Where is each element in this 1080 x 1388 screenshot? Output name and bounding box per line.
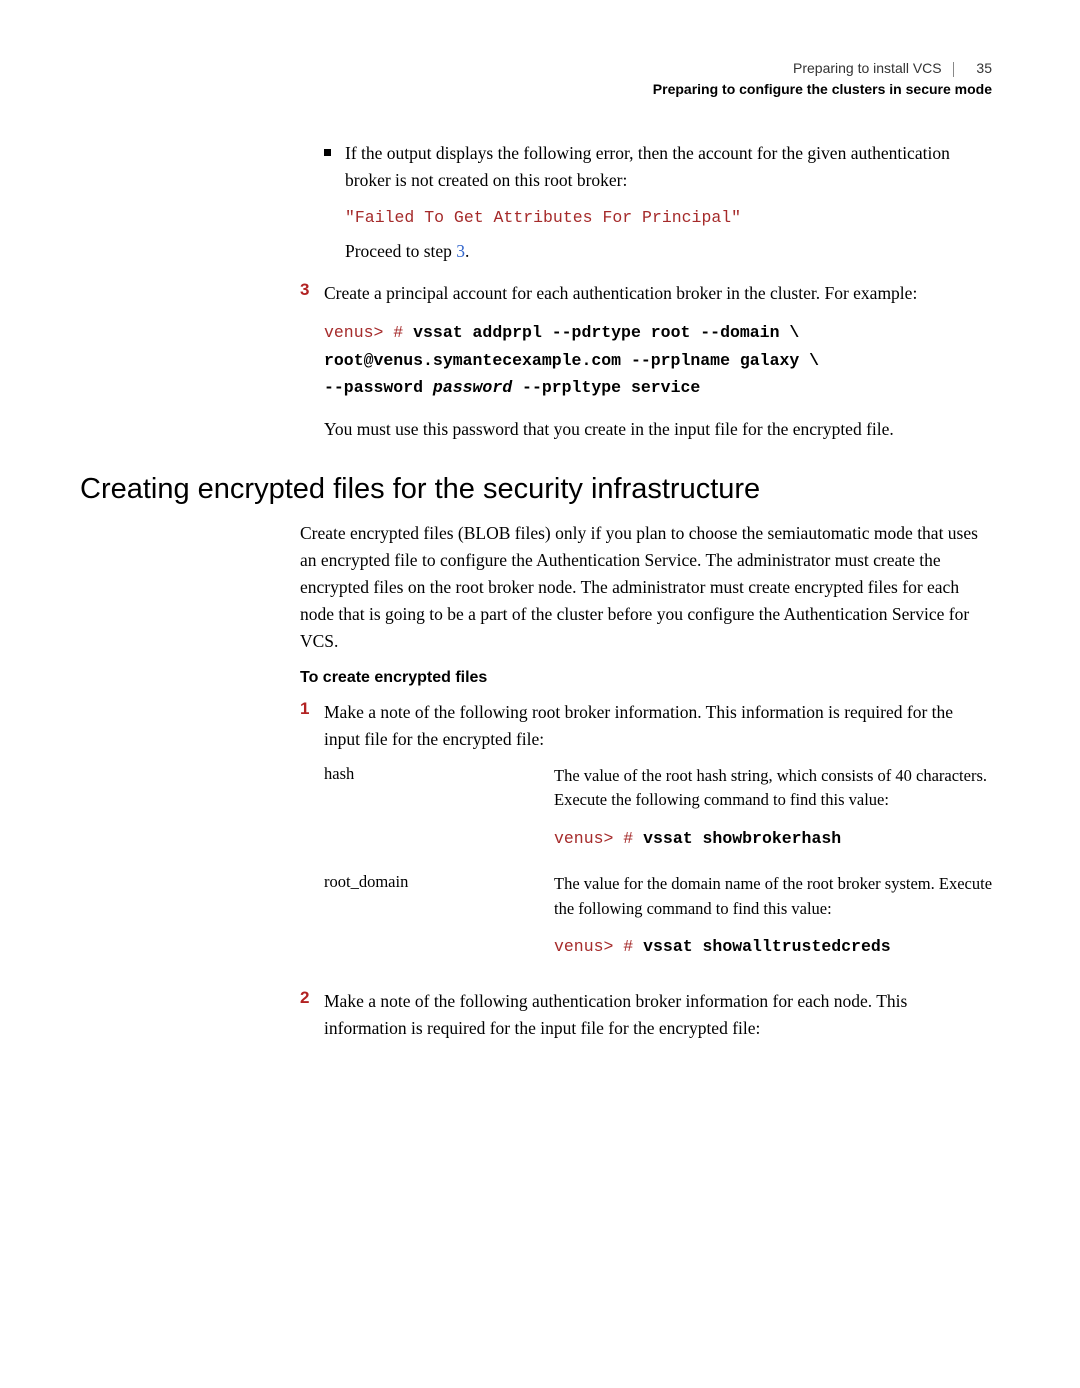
table-row: root_domain The value for the domain nam… [324,872,992,960]
code-cmd: vssat addprpl --pdrtype root --domain \ [413,323,799,342]
page-number: 35 [976,60,992,76]
bullet-item: If the output displays the following err… [300,140,992,194]
step-3-code: venus> # vssat addprpl --pdrtype root --… [324,319,992,401]
bullet-icon [324,149,331,156]
proceed-suffix: . [465,241,469,261]
bullet-text: If the output displays the following err… [345,140,992,194]
step-2: 2 Make a note of the following authentic… [300,988,992,1042]
code-cmd: root@venus.symantecexample.com --prplnam… [324,351,819,370]
code-var: password [433,378,512,397]
table-desc: The value of the root hash string, which… [554,764,992,814]
code-block: "Failed To Get Attributes For Principal" [345,208,992,227]
step-body: Make a note of the following root broker… [324,699,992,753]
header-separator [953,62,954,77]
table-desc: The value for the domain name of the roo… [554,872,992,922]
table-key-hash: hash [324,764,554,852]
subheading: To create encrypted files [300,669,992,687]
code-cmd: --password [324,378,433,397]
step-body: Make a note of the following authenticat… [324,988,992,1042]
proceed-prefix: Proceed to step [345,241,456,261]
section-intro: Create encrypted files (BLOB files) only… [300,520,992,656]
step-number: 1 [300,699,324,753]
code-cmd: vssat showalltrustedcreds [643,937,891,956]
table-row: hash The value of the root hash string, … [324,764,992,852]
table-val: The value for the domain name of the roo… [554,872,992,960]
section-heading: Creating encrypted files for the securit… [80,473,992,506]
step-3: 3 Create a principal account for each au… [300,280,992,307]
header-chapter: Preparing to install VCS [793,60,942,76]
header-section: Preparing to configure the clusters in s… [80,79,992,100]
step-1: 1 Make a note of the following root brok… [300,699,992,753]
step-number: 2 [300,988,324,1042]
code-prompt: venus> # [554,937,643,956]
code-cmd: vssat showbrokerhash [643,829,841,848]
proceed-text: Proceed to step 3. [345,241,992,262]
step-3-after: You must use this password that you crea… [324,416,992,443]
code-prompt: venus> # [554,829,643,848]
step-link[interactable]: 3 [456,241,465,261]
step-body: Create a principal account for each auth… [324,280,992,307]
table-key-root-domain: root_domain [324,872,554,960]
table-val: The value of the root hash string, which… [554,764,992,852]
code-prompt: venus> # [324,323,413,342]
code-cmd: --prpltype service [512,378,700,397]
step-number: 3 [300,280,324,307]
